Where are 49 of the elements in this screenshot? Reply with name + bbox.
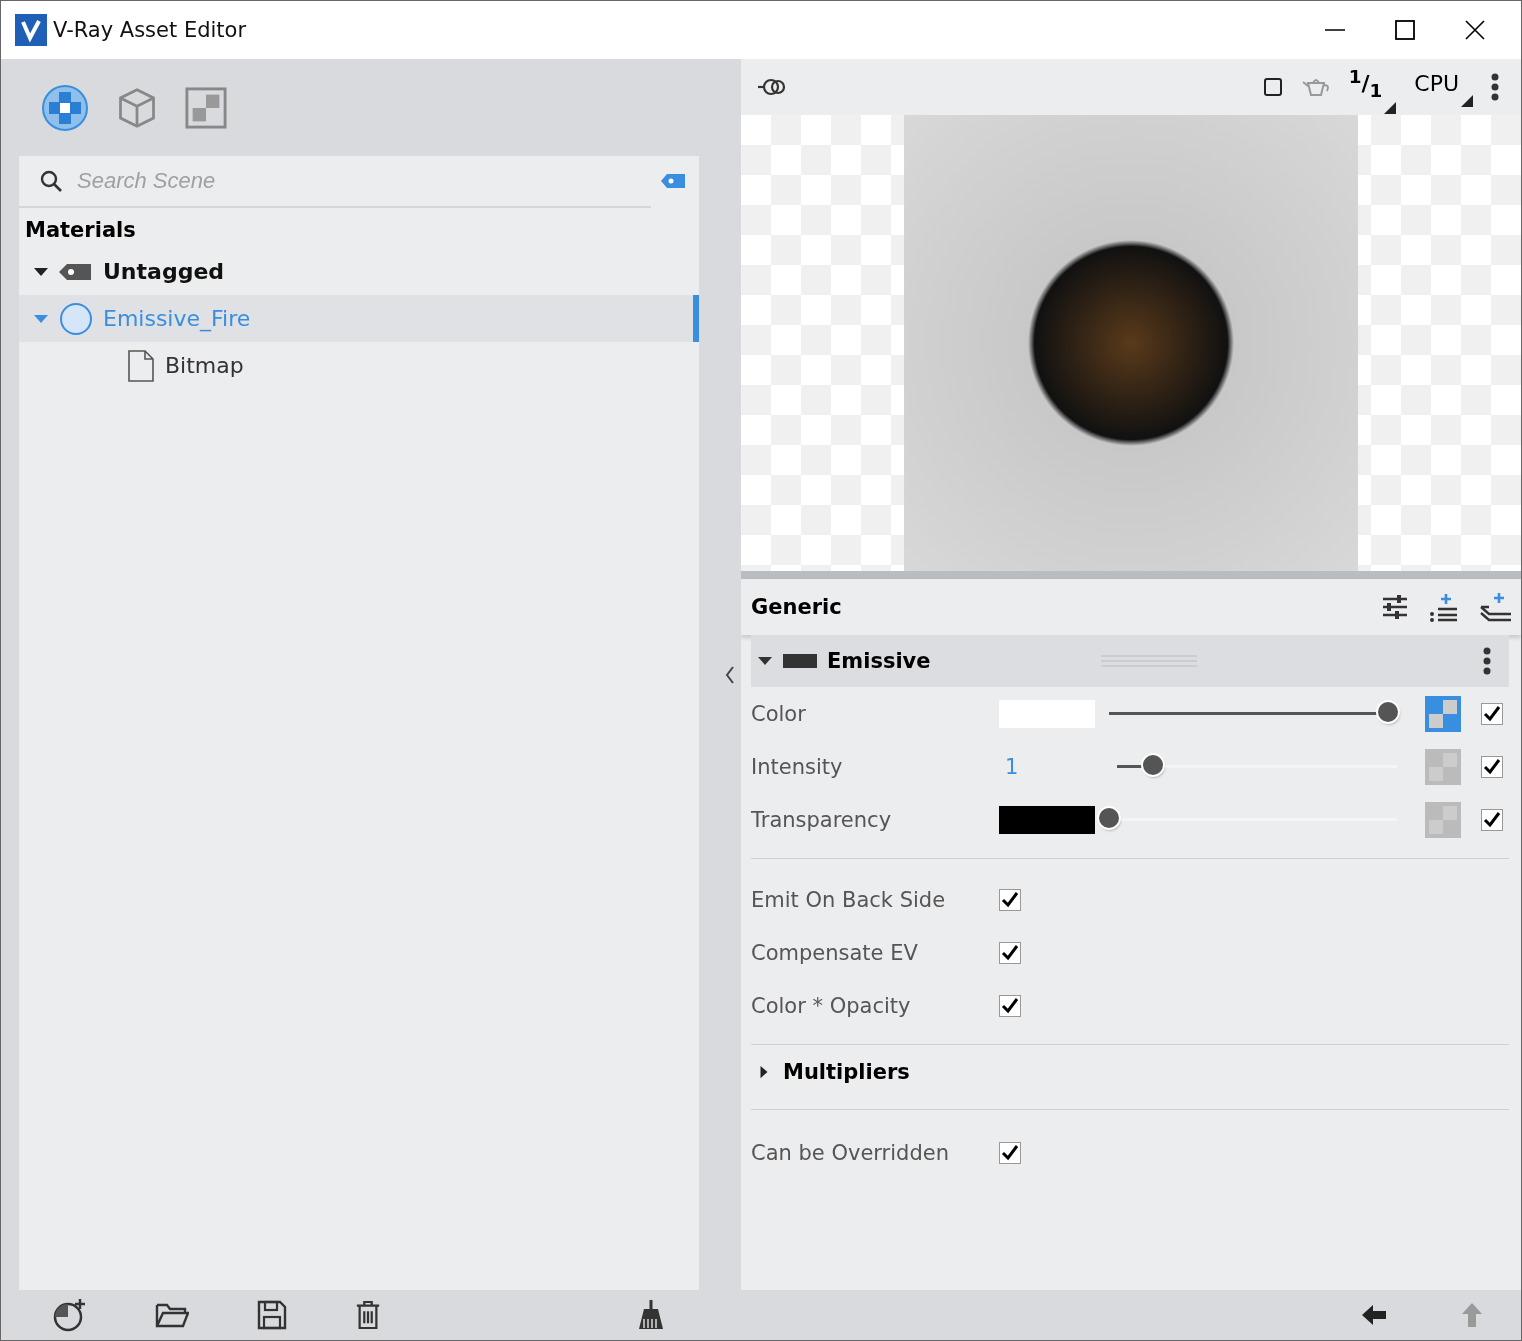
option-label: Color * Opacity — [751, 993, 912, 1018]
checkbox[interactable] — [999, 888, 1021, 911]
search-field[interactable]: Search Scene — [75, 167, 637, 195]
slider-thumb[interactable] — [1378, 702, 1399, 722]
section-header[interactable]: Emissive — [751, 635, 1509, 687]
texture-slot-icon[interactable] — [1425, 695, 1461, 732]
add-layer-icon[interactable] — [1479, 592, 1513, 622]
option-label: Emit On Back Side — [751, 887, 947, 912]
document-icon — [127, 349, 155, 382]
checkbox[interactable] — [999, 1141, 1021, 1164]
app-logo-icon — [15, 14, 47, 46]
checkbox[interactable] — [1481, 702, 1503, 725]
square-icon[interactable] — [1262, 77, 1283, 97]
tag-icon[interactable] — [661, 174, 685, 188]
more-icon[interactable] — [1491, 73, 1499, 101]
param-label: Transparency — [751, 807, 893, 832]
checkbox[interactable] — [1481, 808, 1503, 831]
option-label: Compensate EV — [751, 940, 919, 965]
window-title: V-Ray Asset Editor — [53, 18, 247, 42]
subsection-header[interactable]: Multipliers — [751, 1047, 1509, 1097]
checkbox[interactable] — [999, 941, 1021, 964]
sliders-icon[interactable] — [1381, 593, 1409, 621]
tag-icon — [59, 261, 93, 282]
square-tab[interactable] — [185, 86, 227, 129]
sphere-icon — [59, 301, 93, 336]
param-label: Intensity — [751, 754, 844, 779]
tree-item[interactable]: Untagged — [19, 248, 699, 295]
close-icon[interactable] — [1465, 20, 1485, 40]
checkbox[interactable] — [1481, 755, 1503, 778]
sphere-tab[interactable] — [41, 83, 89, 132]
checkbox[interactable] — [999, 994, 1021, 1017]
slider-thumb[interactable] — [1143, 755, 1164, 775]
panel-title: Generic — [751, 595, 842, 619]
section-heading: Materials — [24, 217, 137, 244]
save-icon[interactable] — [257, 1300, 287, 1330]
rectangle-icon — [783, 654, 817, 668]
folder-icon[interactable] — [155, 1301, 189, 1329]
add-material-icon[interactable] — [53, 1298, 87, 1332]
arrow-left-icon[interactable] — [1361, 1304, 1387, 1326]
slider-thumb[interactable] — [1099, 808, 1119, 828]
search-icon — [39, 169, 63, 193]
tree-item[interactable]: Bitmap — [19, 342, 699, 389]
color-swatch[interactable] — [999, 805, 1095, 834]
option-label: Can be Overridden — [751, 1140, 950, 1165]
maximize-icon[interactable] — [1395, 20, 1415, 40]
param-label: Color — [751, 701, 807, 726]
add-list-icon[interactable] — [1429, 592, 1459, 622]
trash-icon[interactable] — [355, 1300, 381, 1330]
more-icon[interactable] — [1483, 647, 1491, 675]
